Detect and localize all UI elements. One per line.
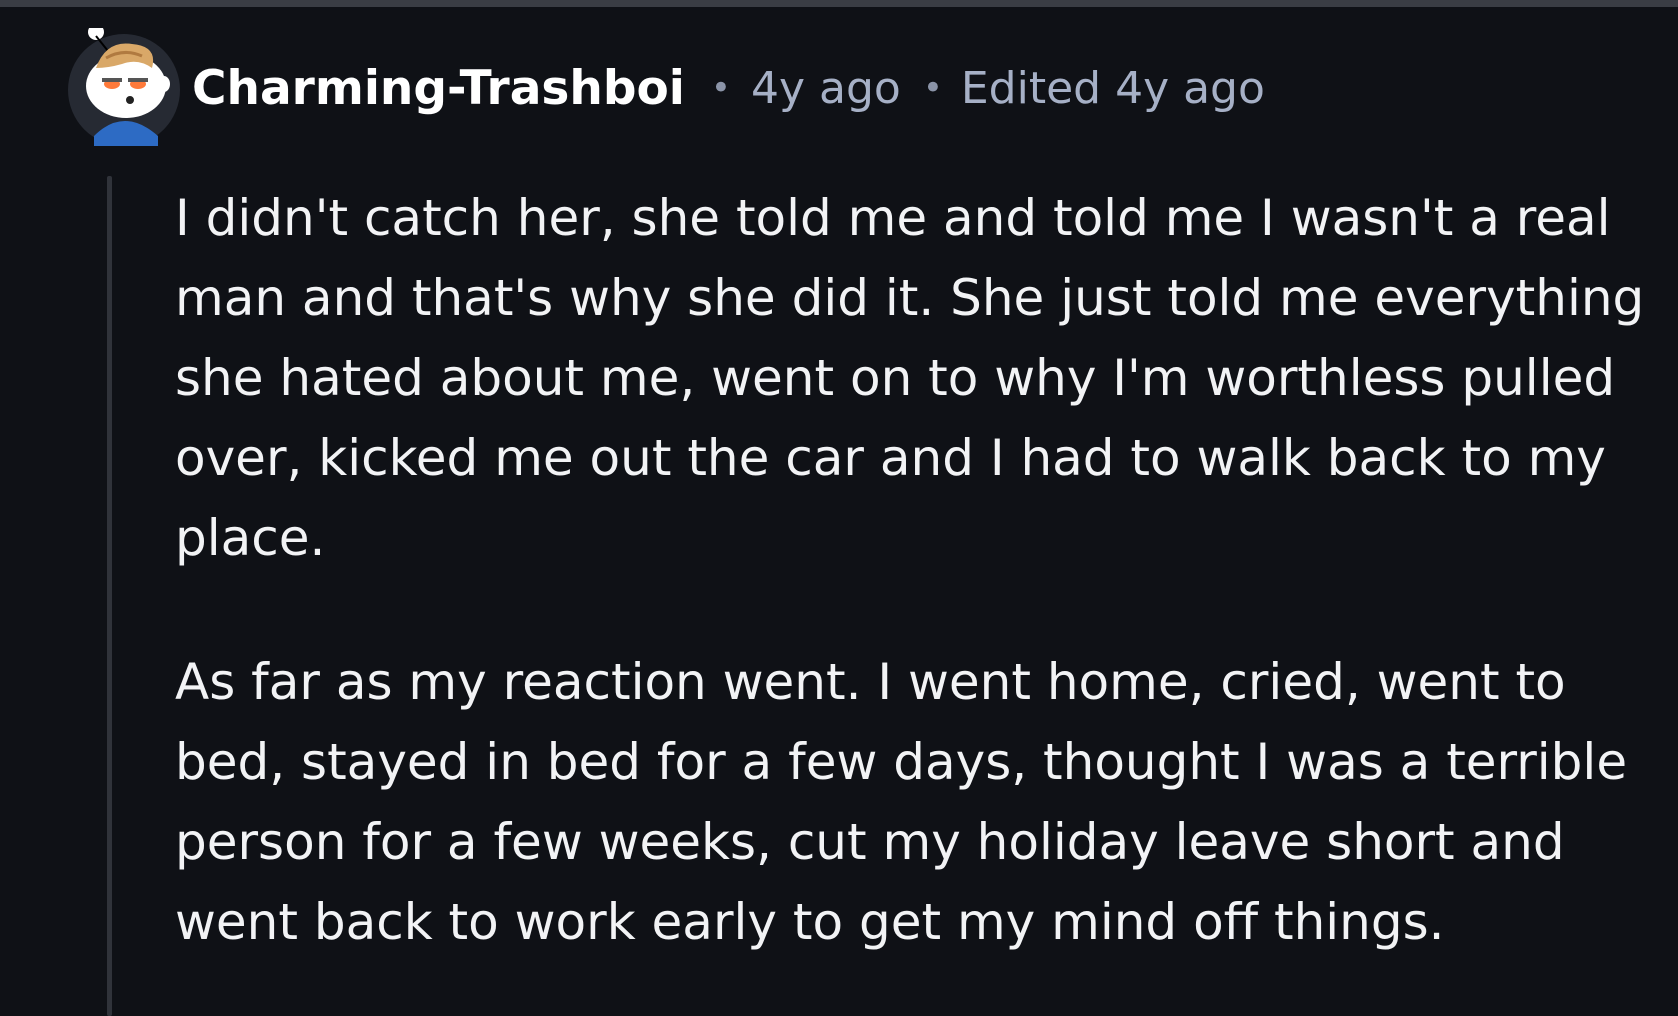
comment-body: I didn't catch her, she told me and told… [175, 178, 1675, 962]
comment-header: Charming-Trashboi • 4y ago • Edited 4y a… [192, 58, 1265, 118]
comment-paragraph: As far as my reaction went. I went home,… [175, 653, 1628, 951]
avatar[interactable] [66, 28, 186, 148]
thread-line[interactable] [107, 176, 112, 1016]
snoo-avatar-icon [68, 28, 180, 146]
username-link[interactable]: Charming-Trashboi [192, 61, 685, 116]
comment-paragraph: I didn't catch her, she told me and told… [175, 189, 1645, 567]
meta-separator: • [710, 68, 731, 108]
edited-label: Edited 4y ago [960, 62, 1265, 114]
meta-separator: • [922, 68, 943, 108]
comment: Charming-Trashboi • 4y ago • Edited 4y a… [0, 0, 1678, 1016]
comment-age[interactable]: 4y ago [751, 63, 901, 114]
